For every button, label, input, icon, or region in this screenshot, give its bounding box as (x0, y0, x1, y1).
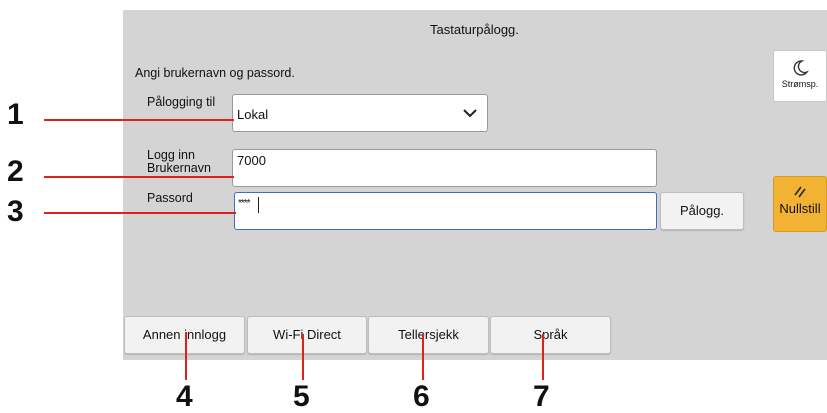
instruction-text: Angi brukernavn og passord. (135, 66, 295, 80)
energy-saver-button[interactable]: Strømsp. (773, 50, 827, 102)
callout-number: 1 (7, 98, 24, 131)
energy-saver-label: Strømsp. (781, 79, 819, 89)
callout-number: 5 (293, 380, 310, 413)
callout-line (185, 332, 187, 380)
callout-number: 4 (176, 380, 193, 413)
password-field[interactable]: **** (234, 192, 657, 230)
reset-icon (794, 186, 806, 198)
username-value: 7000 (237, 153, 266, 168)
username-field[interactable]: 7000 (232, 149, 657, 187)
callout-number: 2 (7, 155, 24, 188)
text-cursor (258, 197, 259, 213)
callout-number: 7 (533, 380, 550, 413)
login-button[interactable]: Pålogg. (660, 192, 744, 230)
login-to-value: Lokal (237, 107, 269, 122)
callout-line (44, 176, 234, 178)
reset-label: Nullstill (779, 201, 821, 216)
password-value: **** (238, 198, 251, 209)
username-label: Logg inn Brukernavn (147, 148, 211, 175)
callout-number: 3 (7, 195, 24, 228)
callout-line (422, 334, 424, 380)
callout-line (302, 334, 304, 380)
counter-check-button[interactable]: Tellersjekk (368, 316, 489, 354)
wifi-direct-button[interactable]: Wi-Fi Direct (247, 316, 367, 354)
language-button[interactable]: Språk (490, 316, 611, 354)
reset-button[interactable]: Nullstill (773, 176, 827, 232)
callout-line (44, 119, 234, 121)
moon-icon (793, 60, 809, 76)
callout-line (44, 212, 236, 214)
login-to-dropdown[interactable]: Lokal (232, 94, 488, 132)
login-to-label: Pålogging til (147, 95, 216, 109)
chevron-down-icon (463, 109, 477, 118)
callout-line (542, 334, 544, 380)
callout-number: 6 (413, 380, 430, 413)
password-label: Passord (147, 191, 193, 205)
